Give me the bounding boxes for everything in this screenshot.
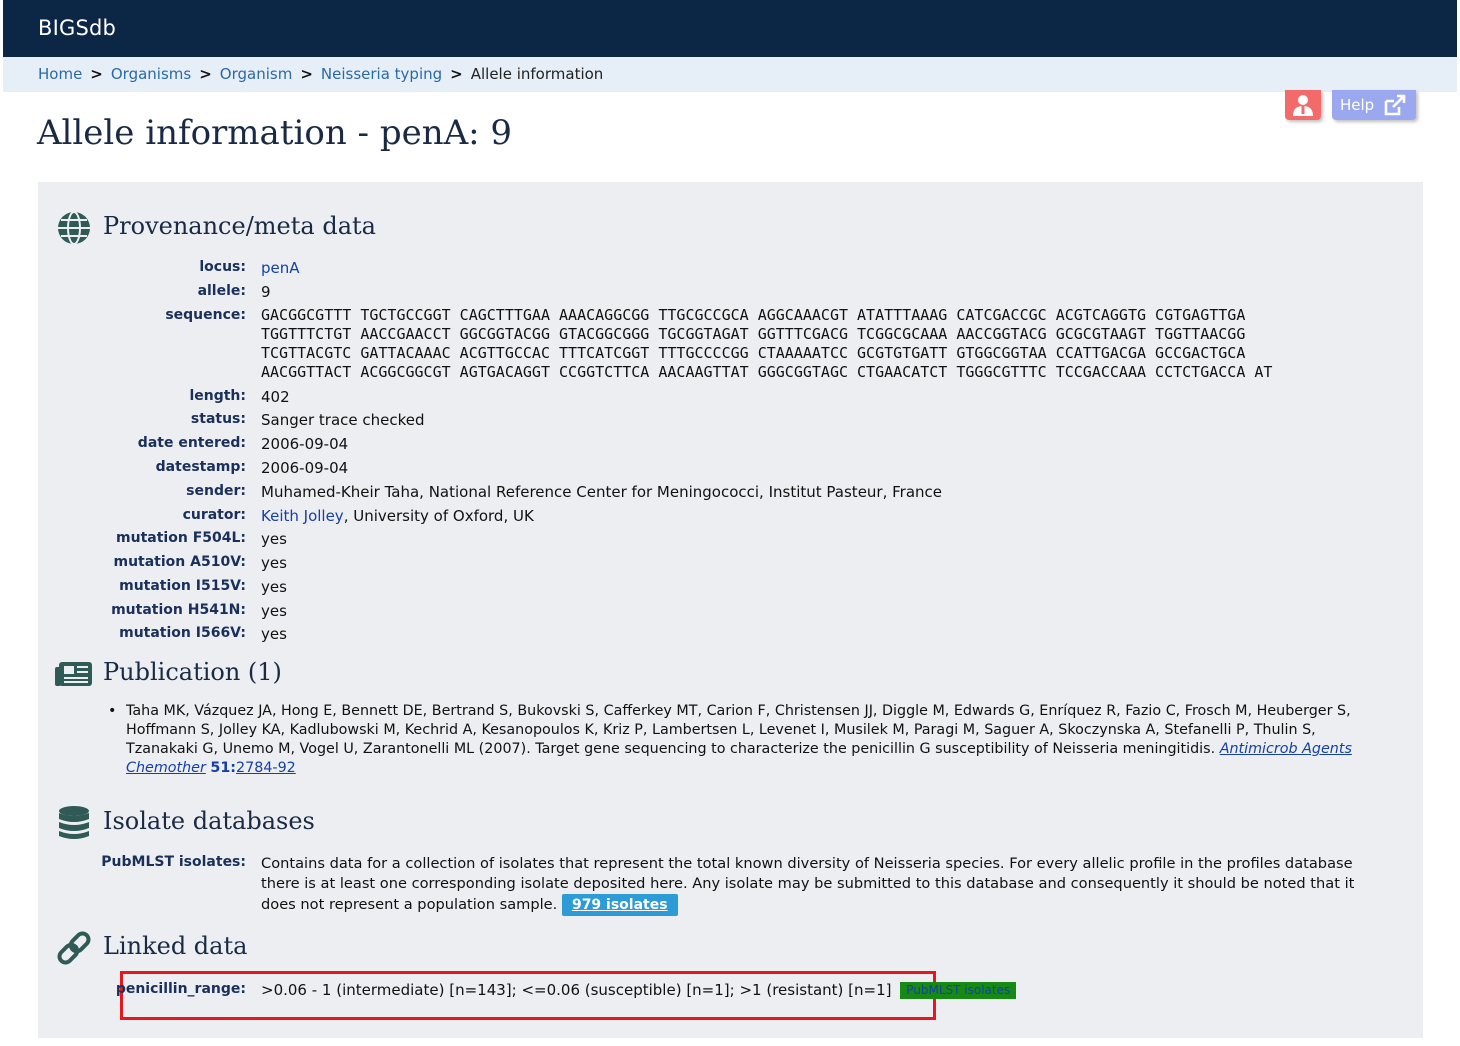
field-label: date entered: [137, 435, 246, 451]
top-bar: BIGSdb [3, 0, 1457, 57]
link-icon [57, 931, 91, 965]
isolate-database-description: Contains data for a collection of isolat… [261, 854, 1391, 916]
curator-affiliation: , University of Oxford, UK [343, 507, 534, 525]
field-label: mutation F504L: [116, 530, 246, 546]
description-text: Contains data for a collection of isolat… [261, 855, 1355, 913]
bullet: • [108, 703, 117, 719]
section-title: Provenance/meta data [103, 212, 376, 240]
section-title: Isolate databases [103, 807, 315, 835]
sequence-line: AACGGTTACT ACGGCGGCGT AGTGACAGGT CCGGTCT… [261, 363, 1273, 381]
help-button[interactable]: Help [1332, 90, 1416, 120]
field-value: yes [261, 578, 287, 596]
breadcrumb-neisseria-typing[interactable]: Neisseria typing [321, 65, 442, 83]
field-value: yes [261, 554, 287, 572]
field-label: datestamp: [155, 459, 246, 475]
user-button[interactable] [1285, 90, 1321, 120]
globe-icon [58, 211, 90, 245]
field-label: penicillin_range: [115, 981, 246, 997]
app-brand[interactable]: BIGSdb [38, 16, 116, 40]
field-label: sequence: [165, 307, 246, 323]
breadcrumb-separator: > [300, 65, 313, 83]
field-label: mutation I515V: [119, 578, 246, 594]
journal-volume: 51: [210, 760, 237, 776]
field-value: 402 [261, 388, 290, 406]
publication-item: • Taha MK, Vázquez JA, Hong E, Bennett D… [108, 702, 1386, 778]
section-title: Publication (1) [103, 658, 282, 686]
breadcrumb-organisms[interactable]: Organisms [111, 65, 191, 83]
locus-link[interactable]: penA [261, 259, 300, 277]
journal-pages-link[interactable]: 2784-92 [236, 760, 296, 776]
breadcrumb-organism[interactable]: Organism [220, 65, 293, 83]
database-icon [59, 806, 89, 839]
field-label: status: [190, 411, 246, 427]
pubmlst-isolates-badge[interactable]: PubMLST isolates [900, 982, 1017, 999]
sequence-line: GACGGCGTTT TGCTGCCGGT CAGCTTTGAA AAACAGG… [261, 306, 1246, 324]
main-panel: Provenance/meta data locus: penA allele:… [38, 182, 1423, 1038]
penicillin-range-value: >0.06 - 1 (intermediate) [n=143]; <=0.06… [261, 981, 892, 999]
breadcrumb-home[interactable]: Home [38, 65, 82, 83]
field-label: PubMLST isolates: [101, 854, 246, 870]
field-value: Muhamed-Kheir Taha, National Reference C… [261, 483, 943, 501]
sequence-line: TCGTTACGTC GATTACAAAC ACGTTGCCAC TTTCATC… [261, 344, 1246, 362]
field-label: mutation A510V: [113, 554, 246, 570]
breadcrumb: Home > Organisms > Organism > Neisseria typing… [3, 57, 1457, 92]
publication-text: Taha MK, Vázquez JA, Hong E, Bennett DE,… [126, 703, 1351, 757]
field-value: yes [261, 625, 287, 643]
breadcrumb-separator: > [199, 65, 212, 83]
field-label: mutation H541N: [111, 602, 246, 618]
field-label: locus: [199, 259, 246, 275]
newspaper-icon [55, 662, 92, 686]
field-value: 2006-09-04 [261, 459, 349, 477]
field-label: allele: [197, 283, 246, 299]
help-label: Help [1340, 96, 1375, 114]
field-value: yes [261, 530, 287, 548]
section-title: Linked data [103, 932, 248, 960]
field-value: 9 [261, 283, 271, 301]
field-value: 2006-09-04 [261, 435, 349, 453]
external-link-icon [1384, 94, 1406, 116]
isolates-count-badge[interactable]: 979 isolates [561, 894, 678, 916]
breadcrumb-separator: > [90, 65, 103, 83]
breadcrumb-current: Allele information [470, 65, 604, 83]
sequence-block: GACGGCGTTT TGCTGCCGGT CAGCTTTGAA AAACAGG… [261, 306, 1272, 382]
page-title: Allele information - penA: 9 [37, 113, 513, 153]
sequence-line: TGGTTTCTGT AACCGAACCT GGCGGTACGG GTACGGC… [261, 325, 1246, 343]
field-label: length: [189, 388, 246, 404]
field-label: curator: [182, 507, 246, 523]
field-value: yes [261, 602, 287, 620]
field-label: mutation I566V: [119, 625, 246, 641]
field-value: Sanger trace checked [261, 411, 425, 429]
field-label: sender: [186, 483, 246, 499]
user-icon [1293, 95, 1313, 116]
curator-link[interactable]: Keith Jolley [261, 507, 344, 525]
breadcrumb-separator: > [450, 65, 463, 83]
